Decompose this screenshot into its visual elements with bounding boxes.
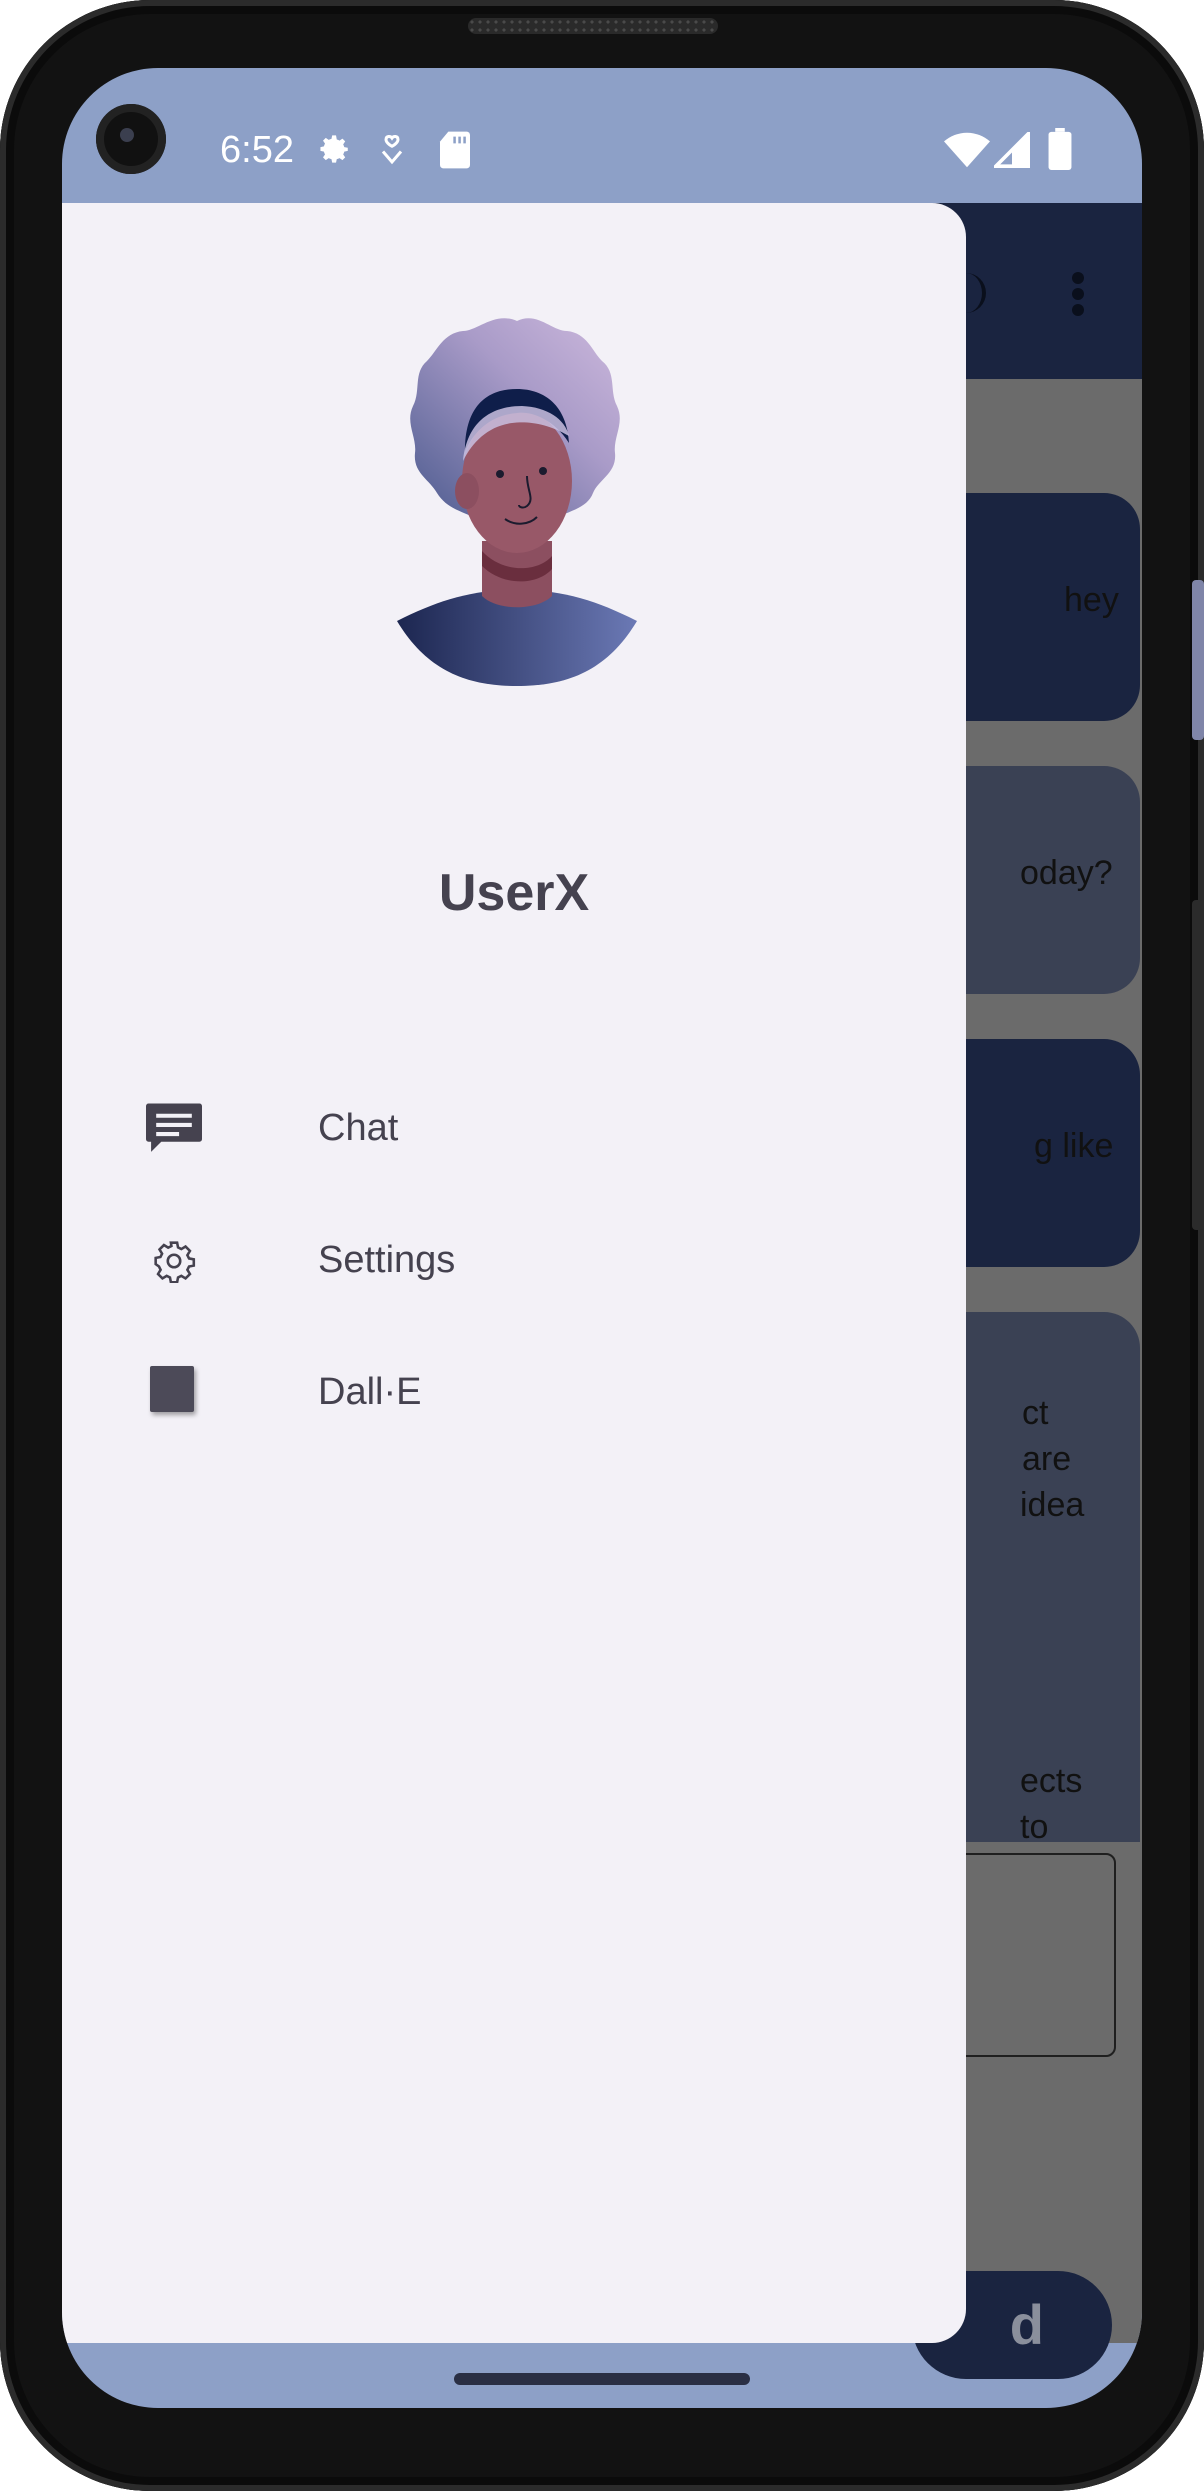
settings-gear-icon: [310, 128, 354, 177]
settings-icon: [142, 1211, 242, 1311]
hand-heart-icon: [374, 130, 410, 175]
nav-item-label: Dall·E: [318, 1371, 422, 1413]
message-text: oday?: [1020, 854, 1113, 892]
home-indicator[interactable]: [454, 2373, 750, 2385]
avatar: [377, 311, 657, 691]
nav-item-label: Settings: [318, 1239, 456, 1281]
phone-frame: 6:52 hey oday? g like ct are idea ects t…: [0, 0, 1204, 2491]
message-text: ct: [1022, 1394, 1049, 1432]
message-text: idea: [1020, 1486, 1085, 1524]
volume-button: [1192, 580, 1204, 740]
chat-icon: [142, 1079, 242, 1179]
screen: 6:52 hey oday? g like ct are idea ects t…: [62, 68, 1142, 2408]
send-button-label: d: [1009, 2293, 1044, 2356]
sd-card-icon: [438, 130, 472, 175]
status-bar: 6:52: [62, 68, 1142, 203]
message-text: hey: [1064, 581, 1119, 619]
message-text: ects: [1020, 1762, 1083, 1800]
earpiece-speaker: [468, 18, 718, 34]
navigation-drawer: UserX Chat Settings Dall·E: [62, 203, 966, 2343]
nav-item-chat[interactable]: Chat: [142, 1079, 902, 1179]
message-input[interactable]: [942, 1853, 1116, 2057]
more-vert-icon: [1070, 269, 1086, 324]
nav-item-settings[interactable]: Settings: [142, 1211, 902, 1311]
username: UserX: [438, 864, 590, 922]
nav-item-label: Chat: [318, 1107, 399, 1149]
nav-item-dalle[interactable]: Dall·E: [142, 1343, 902, 1443]
message-text: are: [1022, 1440, 1072, 1478]
cell-signal-icon: [991, 129, 1030, 173]
front-camera: [96, 104, 166, 174]
wifi-icon: [944, 132, 990, 173]
status-time: 6:52: [220, 129, 294, 171]
power-button: [1192, 900, 1204, 1230]
message-text: g like: [1034, 1127, 1114, 1165]
battery-icon: [1048, 128, 1072, 175]
message-text: to: [1020, 1808, 1049, 1842]
square-icon: [142, 1343, 242, 1443]
